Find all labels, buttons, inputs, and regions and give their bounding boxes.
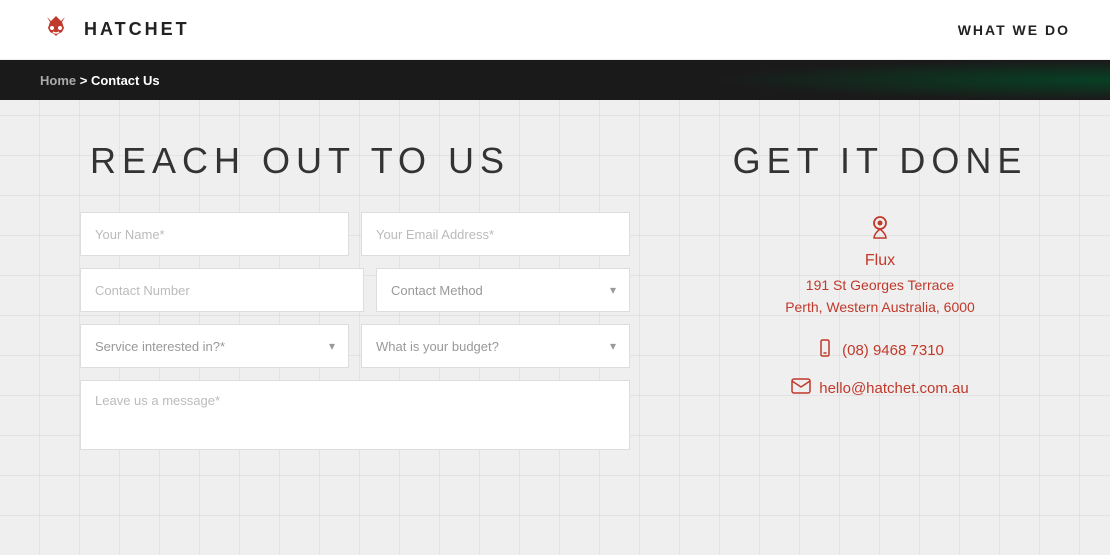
get-it-done-title: GET IT DONE: [733, 140, 1028, 182]
get-it-done-section: GET IT DONE Flux 191 St Georges Terrace …: [690, 140, 1070, 515]
service-select[interactable]: Service interested in?*: [80, 324, 349, 368]
email-input[interactable]: [361, 212, 630, 256]
reach-out-section: REACH OUT TO US Contact Method Phone Ema…: [80, 140, 630, 515]
breadcrumb-home[interactable]: Home: [40, 73, 76, 88]
service-wrapper: Service interested in?* ▾: [80, 324, 349, 368]
main-content: REACH OUT TO US Contact Method Phone Ema…: [0, 100, 1110, 555]
form-row-1: [80, 212, 630, 256]
company-name: Flux: [785, 252, 975, 270]
hatchet-logo-icon: [40, 14, 72, 46]
logo-area: HATCHET: [40, 14, 190, 46]
form-row-4: [80, 380, 630, 450]
budget-wrapper: What is your budget? ▾: [361, 324, 630, 368]
name-input[interactable]: [80, 212, 349, 256]
nav-what-we-do[interactable]: WHAT WE DO: [958, 22, 1070, 38]
budget-select[interactable]: What is your budget?: [361, 324, 630, 368]
reach-out-title: REACH OUT TO US: [80, 140, 630, 182]
breadcrumb-current: Contact Us: [91, 73, 160, 88]
building-icon: [785, 212, 975, 246]
phone-number: (08) 9468 7310: [842, 342, 944, 359]
phone-icon: [816, 339, 834, 362]
breadcrumb-bar: Home > Contact Us: [0, 60, 1110, 100]
contact-method-select[interactable]: Contact Method Phone Email: [376, 268, 630, 312]
address-line2: Perth, Western Australia, 6000: [785, 296, 975, 318]
breadcrumb: Home > Contact Us: [40, 73, 160, 88]
address-line1: 191 St Georges Terrace: [785, 274, 975, 296]
logo-text: HATCHET: [84, 19, 190, 40]
contact-phone-row: (08) 9468 7310: [816, 339, 944, 362]
contact-number-input[interactable]: [80, 268, 364, 312]
message-textarea[interactable]: [80, 380, 630, 450]
email-address: hello@hatchet.com.au: [819, 380, 968, 397]
email-icon: [791, 378, 811, 399]
header: HATCHET WHAT WE DO: [0, 0, 1110, 60]
form-row-2: Contact Method Phone Email ▾: [80, 268, 630, 312]
contact-email-row: hello@hatchet.com.au: [791, 378, 968, 399]
form-row-3: Service interested in?* ▾ What is your b…: [80, 324, 630, 368]
contact-method-wrapper: Contact Method Phone Email ▾: [376, 268, 630, 312]
contact-address-card: Flux 191 St Georges Terrace Perth, Weste…: [785, 212, 975, 319]
breadcrumb-separator: >: [80, 73, 91, 88]
